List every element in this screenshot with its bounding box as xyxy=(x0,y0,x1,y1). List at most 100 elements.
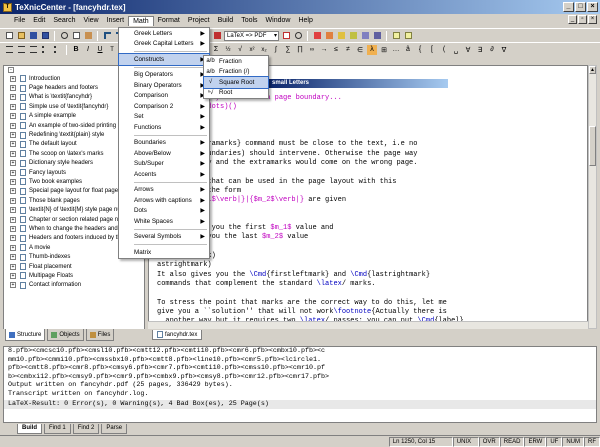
scroll-thumb[interactable] xyxy=(589,126,596,166)
math-menu-item-constructs[interactable]: Constructs▶ xyxy=(118,53,210,66)
search-output-icon[interactable] xyxy=(293,31,303,41)
menu-math[interactable]: Math xyxy=(128,15,154,26)
menu-build[interactable]: Build xyxy=(214,16,238,25)
tree-expander[interactable]: + xyxy=(10,207,16,214)
undo-icon[interactable] xyxy=(102,31,112,41)
output-tab-parse[interactable]: Parse xyxy=(101,423,128,434)
math-menu-item-arrows-with-captions[interactable]: Arrows with captions ▶ xyxy=(119,195,209,206)
output-pane[interactable]: 8.pfb><cmcsc10.pfb><cmsl10.pfb><cmtt12.p… xyxy=(3,346,597,423)
align-center-icon[interactable] xyxy=(16,45,26,55)
bracket-icon[interactable]: [ xyxy=(427,45,437,55)
help-icon[interactable] xyxy=(391,31,401,41)
constructs-item-fraction[interactable]: a/b Fraction xyxy=(204,56,268,67)
doc-minimize-button[interactable]: _ xyxy=(568,15,577,24)
tree-expander[interactable]: + xyxy=(10,113,16,120)
math-menu-item-comparison[interactable]: Comparison▶ xyxy=(119,91,209,102)
math-menu-item-greek-capital-letters[interactable]: Greek Capital Letters ▶ xyxy=(119,39,209,50)
save-all-icon[interactable] xyxy=(40,31,50,41)
tree-expander[interactable]: + xyxy=(10,103,16,110)
underline-icon[interactable]: U xyxy=(95,45,105,55)
italic-icon[interactable]: I xyxy=(83,45,93,55)
limit-icon[interactable]: ∞ xyxy=(307,45,317,55)
tree-root-expander[interactable]: - xyxy=(8,67,14,73)
math-menu-item-dots[interactable]: Dots ▶ xyxy=(119,206,209,217)
arrow-icon[interactable]: → xyxy=(319,45,329,55)
stop-build-icon[interactable] xyxy=(212,31,222,41)
menu-edit[interactable]: Edit xyxy=(29,16,49,25)
tree-expander[interactable]: + xyxy=(10,188,16,195)
space-icon[interactable]: ␣ xyxy=(451,45,461,55)
panel-tab-structure[interactable]: Structure xyxy=(5,329,46,341)
small-letters-toolbar-title[interactable]: small Letters xyxy=(268,79,448,88)
partial-icon[interactable]: ∂ xyxy=(487,45,497,55)
output-tab-find-2[interactable]: Find 2 xyxy=(72,423,100,434)
math-menu-item-boundaries[interactable]: Boundaries ▶ xyxy=(119,138,209,149)
editor-horizontal-scrollbar[interactable] xyxy=(148,321,588,329)
math-menu-item-white-spaces[interactable]: White Spaces ▶ xyxy=(119,216,209,227)
brace-icon[interactable]: { xyxy=(415,45,425,55)
tree-expander[interactable]: + xyxy=(10,244,16,251)
math-menu-item-arrows[interactable]: Arrows ▶ xyxy=(119,185,209,196)
close-button[interactable]: × xyxy=(587,2,598,12)
typewriter-icon[interactable]: T xyxy=(107,45,117,55)
math-menu-item-binary-operators[interactable]: Binary Operators▶ xyxy=(119,80,209,91)
cut-icon[interactable] xyxy=(59,31,69,41)
tree-expander[interactable]: + xyxy=(10,94,16,101)
minimize-button[interactable]: _ xyxy=(563,2,574,12)
scroll-up-arrow[interactable]: ▲ xyxy=(589,66,596,74)
tree-expander[interactable]: + xyxy=(10,216,16,223)
menu-search[interactable]: Search xyxy=(49,16,79,25)
panel-tab-files[interactable]: Files xyxy=(85,329,115,341)
constructs-item-square-root[interactable]: √ Square Root xyxy=(203,76,269,89)
menu-format[interactable]: Format xyxy=(154,16,184,25)
tree-item[interactable]: + Contact information xyxy=(4,281,144,290)
tree-expander[interactable]: + xyxy=(10,132,16,139)
menu-tools[interactable]: Tools xyxy=(237,16,261,25)
tree-expander[interactable]: + xyxy=(10,263,16,270)
tree-expander[interactable]: + xyxy=(10,169,16,176)
tree-expander[interactable]: + xyxy=(10,75,16,82)
math-menu-item-above-below[interactable]: Above/Below ▶ xyxy=(119,148,209,159)
math-menu-item-greek-letters[interactable]: Greek Letters ▶ xyxy=(119,28,209,39)
math-menu-item-several-symbols[interactable]: Several Symbols ▶ xyxy=(119,232,209,243)
menu-view[interactable]: View xyxy=(80,16,103,25)
accent-icon[interactable]: â xyxy=(403,45,413,55)
superscript-icon[interactable]: x² xyxy=(247,45,257,55)
paren-icon[interactable]: ( xyxy=(439,45,449,55)
maximize-button[interactable]: □ xyxy=(575,2,586,12)
product-icon[interactable]: ∏ xyxy=(295,45,305,55)
nabla-icon[interactable]: ∇ xyxy=(499,45,509,55)
menu-help[interactable]: Help xyxy=(294,16,316,25)
copy-icon[interactable] xyxy=(71,31,81,41)
output-tab-find-1[interactable]: Find 1 xyxy=(44,423,71,434)
doc-restore-button[interactable]: ▫ xyxy=(578,15,587,24)
tree-expander[interactable]: + xyxy=(10,141,16,148)
new-file-icon[interactable] xyxy=(4,31,14,41)
tree-expander[interactable]: + xyxy=(10,282,16,289)
math-menu-item-big-operators[interactable]: Big Operators▶ xyxy=(119,70,209,81)
greek-toolbar-icon[interactable]: λ xyxy=(367,44,377,55)
tree-expander[interactable]: + xyxy=(10,235,16,242)
integral-icon[interactable]: ∫ xyxy=(271,45,281,55)
doc-close-button[interactable]: × xyxy=(588,15,597,24)
context-help-icon[interactable] xyxy=(403,31,413,41)
subscript-icon[interactable]: x₂ xyxy=(259,45,269,55)
output-profile-select[interactable]: LaTeX => PDF xyxy=(224,30,279,41)
paste-icon[interactable] xyxy=(83,31,93,41)
align-right-icon[interactable] xyxy=(28,45,38,55)
leq-icon[interactable]: ≤ xyxy=(331,45,341,55)
math-menu-item-comparison-2[interactable]: Comparison 2 ▶ xyxy=(119,101,209,112)
editor-pane[interactable]: that may or may not cross a page boundar… xyxy=(148,65,588,329)
constructs-item-fraction[interactable]: a/b Fraction (/) xyxy=(204,67,268,78)
fraction-icon[interactable]: ½ xyxy=(223,45,233,55)
menu-insert[interactable]: Insert xyxy=(103,16,129,25)
menu-window[interactable]: Window xyxy=(262,16,295,25)
next-warning-icon[interactable] xyxy=(348,31,358,41)
symbol-icon[interactable]: ∀ xyxy=(463,45,473,55)
bold-icon[interactable]: B xyxy=(71,45,81,55)
tree-expander[interactable]: + xyxy=(10,122,16,129)
tree-item[interactable]: + Float placement xyxy=(4,262,144,271)
next-badbox-icon[interactable] xyxy=(372,31,382,41)
save-icon[interactable] xyxy=(28,31,38,41)
doc-tab-fancyhdr[interactable]: fancyhdr.tex xyxy=(152,330,203,340)
